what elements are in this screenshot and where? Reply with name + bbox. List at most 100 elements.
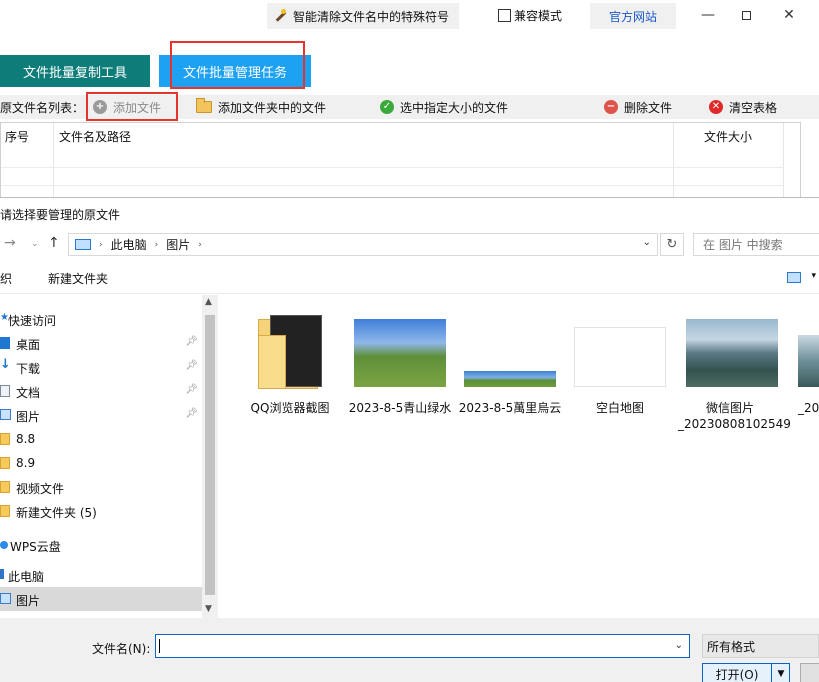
col-header-size: 文件大小	[704, 130, 753, 144]
nav-item-desktop[interactable]: 桌面 📌︎	[0, 331, 202, 355]
pictures-icon	[0, 593, 11, 604]
highlight-box-tab	[170, 41, 305, 89]
folder-front	[258, 335, 286, 389]
blank-image	[574, 327, 666, 387]
nav-item-downloads[interactable]: ↓ 下载 📌︎	[0, 355, 202, 379]
desktop-icon	[0, 337, 10, 349]
nav-item-new-folder-5[interactable]: 新建文件夹 (5)	[0, 499, 202, 523]
folder-icon	[0, 481, 10, 493]
view-options-icon[interactable]	[787, 272, 801, 283]
image-thumbnail	[678, 309, 782, 387]
refresh-button[interactable]: ↻	[660, 233, 684, 256]
search-placeholder: 在 图片 中搜索	[703, 238, 783, 252]
select-by-size-button[interactable]: ✓ 选中指定大小的文件	[380, 95, 508, 119]
nav-label: 8.8	[16, 432, 36, 446]
file-type-select[interactable]: 所有格式	[702, 634, 819, 658]
pin-icon[interactable]: 📌︎	[185, 384, 198, 395]
divider	[0, 293, 819, 294]
nav-label: 8.9	[16, 456, 36, 470]
file-name: 微信图片_20230808102549	[678, 401, 791, 431]
scrollbar-thumb[interactable]	[205, 315, 215, 595]
minus-icon: −	[604, 100, 618, 114]
new-folder-button[interactable]: 新建文件夹	[48, 270, 108, 287]
nav-item-quick-access[interactable]: ★ 快速访问	[0, 307, 202, 331]
nav-label: 图片	[16, 594, 41, 608]
compat-mode-label: 兼容模式	[514, 9, 563, 23]
row-divider	[1, 167, 784, 168]
compat-mode-toggle[interactable]: 兼容模式	[498, 7, 562, 24]
nav-item-wps-cloud[interactable]: WPS云盘	[0, 533, 202, 557]
nav-label: 文档	[16, 386, 41, 400]
folder-icon	[0, 433, 10, 445]
file-type-value: 所有格式	[707, 639, 756, 654]
image-thumbnail	[568, 309, 672, 387]
nav-item-folder-8-9[interactable]: 8.9	[0, 451, 202, 475]
cancel-button[interactable]	[800, 663, 819, 682]
search-input[interactable]: 在 图片 中搜索	[693, 233, 819, 256]
file-name: 空白地图	[595, 401, 644, 415]
nav-item-video-files[interactable]: 视频文件	[0, 475, 202, 499]
minimize-button[interactable]: —	[688, 2, 728, 28]
breadcrumb-pictures[interactable]: 图片	[166, 236, 190, 253]
coastal-image	[686, 319, 778, 387]
tab-file-copy-tool[interactable]: 文件批量复制工具	[0, 55, 150, 87]
cloud-icon	[0, 541, 8, 549]
pin-icon[interactable]: 📌︎	[185, 336, 198, 347]
pictures-location-icon	[75, 239, 91, 250]
clean-special-chars-button[interactable]: 智能清除文件名中的特殊符号	[267, 3, 459, 29]
file-item[interactable]: 2023-8-5萬里烏云	[458, 309, 562, 415]
nav-label: WPS云盘	[10, 540, 61, 554]
maximize-icon	[741, 10, 751, 20]
scroll-down-icon[interactable]: ▼	[205, 604, 212, 614]
maximize-button[interactable]	[726, 2, 766, 28]
file-item[interactable]: 微信图片_20230808102549	[678, 309, 791, 431]
navigation-scrollbar[interactable]: ▲ ▼	[202, 295, 218, 618]
file-item[interactable]: 空白地图	[568, 309, 672, 415]
file-item[interactable]: _20	[788, 309, 819, 415]
close-button[interactable]: ✕	[769, 2, 809, 28]
pin-icon[interactable]: 📌︎	[185, 408, 198, 419]
folder-icon	[0, 505, 10, 517]
chevron-right-icon[interactable]: ›	[99, 240, 103, 250]
landscape-image	[354, 319, 446, 387]
address-bar[interactable]: › 此电脑 › 图片 › ⌄	[68, 233, 658, 256]
filename-input[interactable]: ⌄	[155, 634, 690, 658]
breadcrumb-this-pc[interactable]: 此电脑	[111, 236, 147, 253]
pin-icon[interactable]: 📌︎	[185, 360, 198, 371]
open-button[interactable]: 打开(O) ▼	[702, 663, 790, 682]
chevron-right-icon[interactable]: ›	[155, 240, 159, 250]
up-button[interactable]: ↑	[48, 235, 60, 251]
download-icon: ↓	[0, 357, 11, 372]
file-item[interactable]: 2023-8-5青山绿水	[348, 309, 452, 415]
document-icon	[0, 385, 10, 397]
chevron-right-icon[interactable]: ›	[198, 240, 202, 250]
back-button[interactable]: →	[4, 235, 16, 251]
scroll-up-icon[interactable]: ▲	[205, 297, 212, 307]
minimize-icon: —	[701, 7, 715, 23]
delete-files-label: 删除文件	[624, 100, 673, 115]
nav-item-documents[interactable]: 文档 📌︎	[0, 379, 202, 403]
chevron-down-icon[interactable]: ▾	[811, 271, 816, 281]
nav-item-pictures-quick[interactable]: 图片 📌︎	[0, 403, 202, 427]
file-item[interactable]: QQ浏览器截图	[238, 309, 342, 415]
computer-icon	[0, 569, 4, 579]
recent-dropdown-button[interactable]: ⌄	[31, 239, 39, 249]
organize-menu[interactable]: 织	[0, 270, 12, 287]
nav-item-folder-8-8[interactable]: 8.8	[0, 427, 202, 451]
chevron-down-icon[interactable]: ⌄	[643, 237, 651, 248]
open-label: 打开(O)	[715, 667, 759, 682]
file-name: QQ浏览器截图	[250, 401, 330, 415]
file-name: _20	[798, 401, 819, 415]
nav-label: 快速访问	[8, 314, 57, 328]
chevron-down-icon[interactable]: ⌄	[675, 640, 683, 651]
official-site-button[interactable]: 官方网站	[590, 3, 676, 29]
nav-item-this-pc[interactable]: 此电脑	[0, 563, 202, 587]
magic-wand-icon	[273, 9, 287, 23]
col-divider	[783, 123, 784, 199]
clear-table-button[interactable]: ✕ 清空表格	[709, 95, 777, 119]
nav-item-pictures[interactable]: 图片	[0, 587, 202, 611]
open-dropdown-button[interactable]: ▼	[771, 664, 790, 682]
compat-mode-checkbox[interactable]	[498, 9, 511, 22]
delete-files-button[interactable]: − 删除文件	[604, 95, 672, 119]
add-folder-files-button[interactable]: 添加文件夹中的文件	[196, 95, 326, 119]
